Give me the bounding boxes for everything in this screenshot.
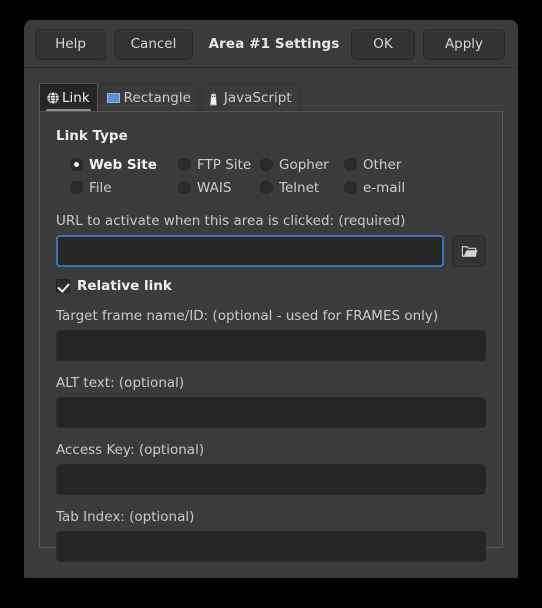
tab-index-label: Tab Index: (optional) [56, 509, 195, 525]
link-type-heading: Link Type [56, 128, 128, 144]
tab-rectangle-label: Rectangle [123, 90, 191, 106]
radio-web-site[interactable]: Web Site [70, 157, 178, 173]
cancel-button[interactable]: Cancel [114, 29, 193, 60]
radio-telnet[interactable]: Telnet [260, 180, 344, 196]
radio-dot-icon [260, 158, 273, 171]
tab-link-label: Link [62, 90, 90, 106]
radio-gopher[interactable]: Gopher [260, 157, 344, 173]
alt-text-label: ALT text: (optional) [56, 375, 185, 391]
tab-link[interactable]: Link [39, 83, 98, 112]
radio-file[interactable]: File [70, 180, 178, 196]
tab-index-input[interactable] [56, 531, 486, 562]
radio-web-site-label: Web Site [89, 156, 157, 173]
radio-ftp-site[interactable]: FTP Site [178, 157, 260, 173]
tab-bar: Link Rectangle JavaScript [39, 83, 503, 112]
radio-email-label: e-mail [363, 179, 406, 196]
radio-other-label: Other [363, 156, 402, 173]
radio-dot-icon [178, 181, 191, 194]
radio-ftp-site-label: FTP Site [197, 156, 252, 173]
url-field-label: URL to activate when this area is clicke… [56, 213, 406, 229]
alt-text-input[interactable] [56, 397, 486, 428]
url-field-row [56, 235, 486, 267]
url-input[interactable] [56, 235, 444, 267]
radio-other[interactable]: Other [344, 157, 414, 173]
radio-dot-icon [344, 158, 357, 171]
dialog-title: Area #1 Settings [208, 36, 340, 52]
dialog-body: Link Rectangle JavaScript Link Type Web … [24, 69, 518, 578]
link-tab-panel: Link Type Web Site FTP Site Gopher Other… [39, 111, 503, 562]
apply-button[interactable]: Apply [423, 29, 505, 60]
link-type-row-2: File WAIS Telnet e-mail [56, 176, 486, 199]
link-type-row-1: Web Site FTP Site Gopher Other [56, 153, 486, 176]
radio-dot-icon [260, 181, 273, 194]
help-button[interactable]: Help [35, 29, 106, 60]
radio-telnet-label: Telnet [279, 179, 320, 196]
folder-open-icon [461, 243, 478, 259]
radio-email[interactable]: e-mail [344, 180, 414, 196]
checkmark-icon [56, 279, 70, 293]
rectangle-icon [106, 93, 120, 103]
target-frame-label: Target frame name/ID: (optional - used f… [56, 308, 439, 324]
access-key-input[interactable] [56, 464, 486, 495]
radio-dot-icon [344, 181, 357, 194]
ok-button[interactable]: OK [351, 29, 415, 60]
target-frame-input[interactable] [56, 330, 486, 361]
dialog-button-bar: Help Cancel Area #1 Settings OK Apply [24, 20, 518, 68]
radio-dot-icon [70, 181, 83, 194]
tab-javascript-label: JavaScript [223, 90, 292, 106]
relative-link-checkbox[interactable]: Relative link [56, 278, 486, 294]
radio-file-label: File [89, 179, 112, 196]
radio-wais-label: WAIS [197, 179, 232, 196]
java-duke-icon [208, 91, 219, 106]
radio-dot-icon [70, 158, 83, 171]
tab-javascript[interactable]: JavaScript [200, 83, 300, 112]
access-key-label: Access Key: (optional) [56, 442, 205, 458]
radio-wais[interactable]: WAIS [178, 180, 260, 196]
relative-link-label: Relative link [77, 278, 172, 294]
area-settings-dialog: Help Cancel Area #1 Settings OK Apply Li… [24, 20, 518, 578]
tab-rectangle[interactable]: Rectangle [99, 83, 199, 112]
radio-dot-icon [178, 158, 191, 171]
browse-file-button[interactable] [452, 235, 486, 267]
globe-icon [46, 91, 60, 105]
radio-gopher-label: Gopher [279, 156, 329, 173]
